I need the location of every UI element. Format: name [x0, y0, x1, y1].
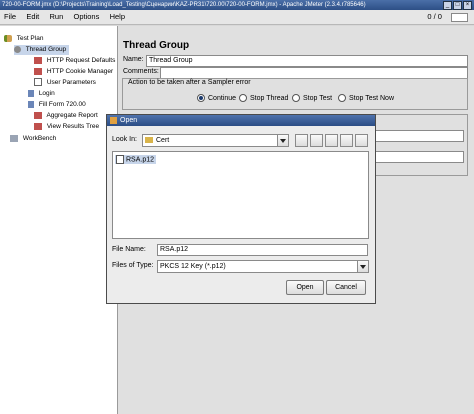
radio-icon — [292, 94, 300, 102]
look-in-combo[interactable]: Cert — [142, 134, 289, 147]
tree-item-label: Thread Group — [25, 46, 67, 53]
tree-item-fill-form[interactable]: Fill Form 720.00 — [28, 100, 86, 110]
menu-run[interactable]: Run — [46, 10, 68, 24]
controller-icon — [28, 89, 34, 97]
tree-item-workbench[interactable]: WorkBench — [10, 134, 56, 144]
controller-icon — [28, 100, 34, 108]
thread-count-text: 0 / 0 — [427, 12, 442, 21]
tree-item-http-cookie-manager[interactable]: HTTP Cookie Manager — [34, 67, 113, 77]
java-icon — [110, 117, 117, 124]
open-dialog: Open Look In: Cert RSA.p12 File Name: RS… — [106, 114, 376, 304]
tree-item-login[interactable]: Login — [28, 89, 55, 99]
config-icon — [34, 56, 42, 64]
thread-group-icon — [14, 45, 21, 53]
tree-item-label: User Parameters — [46, 79, 96, 86]
menu-file[interactable]: File — [0, 10, 20, 24]
dialog-title-bar: Open — [107, 115, 375, 126]
thread-property-field[interactable] — [372, 151, 464, 163]
panel-title: Thread Group — [123, 40, 190, 51]
radio-icon — [338, 94, 346, 102]
file-name-label: File Name: — [112, 246, 146, 253]
tree-item-label: WorkBench — [22, 135, 57, 142]
chevron-down-icon[interactable] — [277, 135, 288, 146]
menu-help[interactable]: Help — [106, 10, 129, 24]
tree-item-aggregate-report[interactable]: Aggregate Report — [34, 111, 98, 121]
file-item-rsa[interactable]: RSA.p12 — [115, 155, 157, 164]
test-plan-tree: Test Plan Thread Group HTTP Request Defa… — [0, 26, 118, 414]
radio-stop-test[interactable]: Stop Test — [292, 94, 332, 102]
details-view-icon[interactable] — [355, 134, 368, 147]
close-icon[interactable]: × — [463, 1, 472, 10]
listener-icon — [34, 122, 42, 130]
radio-icon — [239, 94, 247, 102]
tree-item-label: View Results Tree — [46, 123, 100, 130]
name-label: Name: — [123, 56, 144, 63]
thread-counter: 0 / 0 — [423, 10, 468, 24]
name-field[interactable]: Thread Group — [146, 55, 468, 67]
sampler-error-label: Action to be taken after a Sampler error — [126, 79, 253, 86]
minimize-icon[interactable]: _ — [443, 1, 452, 10]
comments-label: Comments: — [123, 68, 159, 75]
tree-item-test-plan[interactable]: Test Plan — [4, 34, 43, 44]
menu-options[interactable]: Options — [70, 10, 104, 24]
tree-item-label: Login — [38, 90, 55, 97]
radio-continue[interactable]: Continue — [197, 94, 236, 102]
radio-stop-thread[interactable]: Stop Thread — [239, 94, 288, 102]
window-title: 720-00-FORM.jmx (D:\Projects\Training\Lo… — [2, 2, 366, 8]
dialog-title: Open — [120, 117, 138, 124]
look-in-label: Look In: — [112, 136, 137, 143]
chevron-down-icon[interactable] — [357, 261, 368, 272]
tree-item-http-request-defaults[interactable]: HTTP Request Defaults — [34, 56, 115, 66]
tree-item-label: HTTP Cookie Manager — [46, 68, 114, 75]
tree-item-thread-group[interactable]: Thread Group — [14, 45, 70, 55]
up-one-level-icon[interactable] — [295, 134, 308, 147]
config-icon — [34, 67, 42, 75]
tree-item-label: Test Plan — [16, 35, 44, 42]
radio-selected-icon — [197, 94, 205, 102]
file-icon — [116, 155, 124, 164]
maximize-icon[interactable]: □ — [453, 1, 462, 10]
cancel-button[interactable]: Cancel — [326, 280, 366, 295]
folder-icon — [145, 137, 153, 144]
file-list[interactable]: RSA.p12 — [112, 151, 369, 239]
workbench-icon — [10, 134, 18, 142]
preprocessor-icon — [34, 78, 42, 87]
file-name-input[interactable]: RSA.p12 — [157, 244, 368, 256]
tree-item-user-parameters[interactable]: User Parameters — [34, 78, 96, 88]
tree-item-label: HTTP Request Defaults — [46, 57, 116, 64]
status-indicator-icon — [451, 12, 468, 22]
menu-bar: File Edit Run Options Help 0 / 0 — [0, 10, 474, 25]
thread-property-field[interactable] — [372, 130, 464, 142]
tree-item-view-results-tree[interactable]: View Results Tree — [34, 122, 99, 132]
list-view-icon[interactable] — [340, 134, 353, 147]
new-folder-icon[interactable] — [325, 134, 338, 147]
window-title-bar: 720-00-FORM.jmx (D:\Projects\Training\Lo… — [0, 0, 474, 10]
tree-item-label: Fill Form 720.00 — [38, 101, 86, 108]
listener-icon — [34, 111, 42, 119]
home-folder-icon[interactable] — [310, 134, 323, 147]
tree-item-label: Aggregate Report — [46, 112, 98, 119]
open-button[interactable]: Open — [286, 280, 324, 295]
files-of-type-label: Files of Type: — [112, 262, 154, 269]
test-plan-icon — [4, 34, 12, 42]
files-of-type-combo[interactable]: PKCS 12 Key (*.p12) — [157, 260, 369, 273]
radio-stop-test-now[interactable]: Stop Test Now — [338, 94, 394, 102]
menu-edit[interactable]: Edit — [22, 10, 43, 24]
